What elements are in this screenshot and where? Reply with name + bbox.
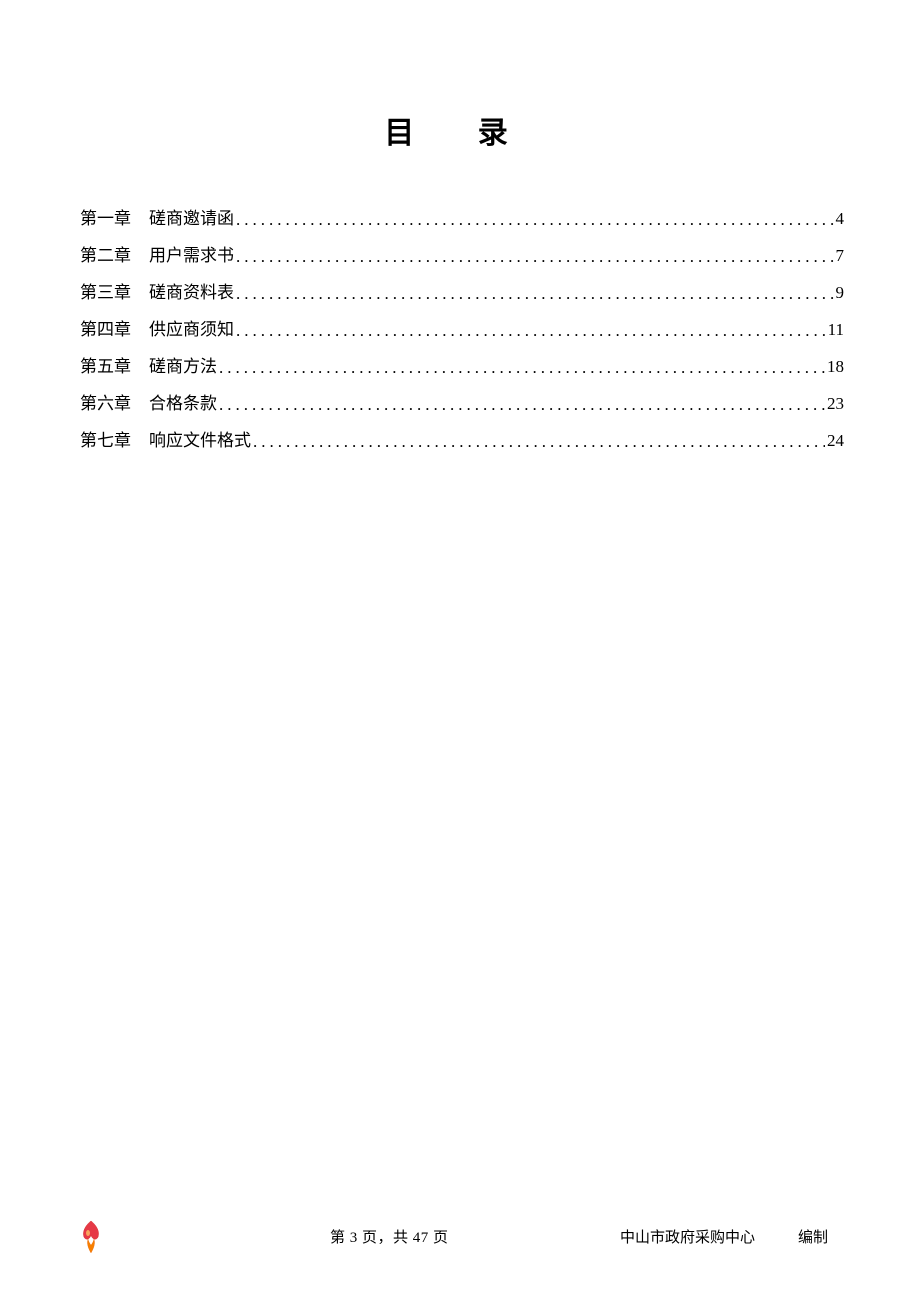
footer-compile-label: 编制 (798, 1226, 828, 1247)
toc-title: 磋商邀请函 (149, 204, 234, 229)
toc-entry: 第五章 磋商方法 18 (80, 352, 844, 389)
toc-page-number: 23 (827, 394, 844, 414)
toc-container: 第一章 磋商邀请函 4 第二章 用户需求书 7 第三章 磋商资料表 9 第四章 … (0, 204, 920, 463)
toc-page-number: 18 (827, 357, 844, 377)
toc-title: 磋商资料表 (149, 278, 234, 303)
toc-dots (219, 395, 825, 415)
toc-entry: 第二章 用户需求书 7 (80, 241, 844, 278)
toc-dots (236, 321, 826, 341)
page-footer: 第 3 页，共 47 页 中山市政府采购中心 编制 (0, 1207, 920, 1247)
toc-title: 响应文件格式 (149, 426, 251, 451)
toc-chapter: 第二章 (80, 241, 131, 266)
toc-title: 合格条款 (149, 389, 217, 414)
toc-title: 磋商方法 (149, 352, 217, 377)
page-title: 目 录 (0, 0, 920, 152)
toc-chapter: 第四章 (80, 315, 131, 340)
toc-entry: 第四章 供应商须知 11 (80, 315, 844, 352)
toc-page-number: 24 (827, 431, 844, 451)
toc-chapter: 第五章 (80, 352, 131, 377)
toc-title: 供应商须知 (149, 315, 234, 340)
toc-title: 用户需求书 (149, 241, 234, 266)
toc-chapter: 第一章 (80, 204, 131, 229)
toc-dots (253, 432, 825, 452)
toc-page-number: 4 (836, 209, 845, 229)
footer-page-info: 第 3 页，共 47 页 (330, 1226, 449, 1247)
toc-chapter: 第三章 (80, 278, 131, 303)
logo-icon (76, 1219, 106, 1255)
toc-entry: 第七章 响应文件格式 24 (80, 426, 844, 463)
toc-page-number: 11 (828, 320, 844, 340)
toc-dots (236, 210, 834, 230)
toc-page-number: 9 (836, 283, 845, 303)
toc-entry: 第一章 磋商邀请函 4 (80, 204, 844, 241)
toc-dots (236, 284, 834, 304)
toc-page-number: 7 (836, 246, 845, 266)
toc-chapter: 第六章 (80, 389, 131, 414)
toc-dots (236, 247, 834, 267)
toc-dots (219, 358, 825, 378)
toc-entry: 第六章 合格条款 23 (80, 389, 844, 426)
toc-entry: 第三章 磋商资料表 9 (80, 278, 844, 315)
toc-chapter: 第七章 (80, 426, 131, 451)
footer-organization: 中山市政府采购中心 (620, 1226, 755, 1247)
